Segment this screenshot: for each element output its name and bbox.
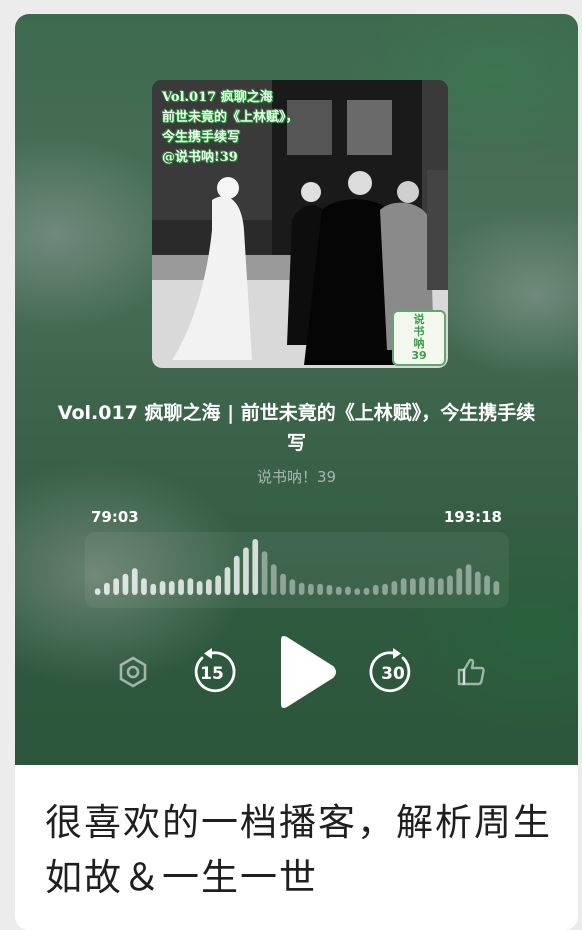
waveform-bar [345,586,351,595]
waveform-bar [224,567,231,595]
total-time: 193:18 [443,508,502,526]
post-card: Vol.017 疯聊之海 前世未竟的《上林赋》， 今生携手续写 @说书呐!39 … [15,14,578,930]
waveform-bar [474,571,481,595]
waveform-bar [122,573,129,595]
waveform-bar [493,581,500,595]
waveform-bar [215,575,221,595]
playback-controls: 15 30 [15,634,578,714]
waveform-bar [298,582,305,595]
waveform-bar [168,581,175,595]
waveform-bar [456,568,463,595]
waveform-bar [233,555,240,595]
cover-overlay-line: 今生携手续写 [162,130,241,145]
waveform-bar [317,583,323,595]
like-button[interactable] [453,654,489,690]
waveform-bar [141,578,147,595]
podcast-logo-badge: 说 书 呐 39 [392,310,446,366]
thumbs-up-icon [457,658,485,686]
waveform-bar [447,575,453,595]
waveform-bar [363,587,370,595]
waveform-bar [243,547,249,595]
waveform-bar [261,551,268,595]
waveform-bar [252,539,259,595]
play-button[interactable] [273,634,339,710]
waveform-bar [382,583,388,595]
settings-button[interactable] [115,654,151,690]
waveform-bar [113,578,119,595]
badge-char: 39 [411,349,427,362]
waveform-bar [354,588,361,595]
waveform-bar [289,579,296,595]
post-body: 很喜欢的一档播客，解析周生如故＆一生一世 [15,765,578,930]
waveform-bar [326,584,333,595]
waveform-bar [484,575,490,595]
forward-30-button[interactable]: 30 [369,648,417,696]
waveform-bar [400,578,407,595]
cover-overlay-text: Vol.017 疯聊之海 前世未竟的《上林赋》， 今生携手续写 @说书呐!39 [162,88,362,168]
waveform-bar [465,564,472,595]
episode-cover[interactable]: Vol.017 疯聊之海 前世未竟的《上林赋》， 今生携手续写 @说书呐!39 … [152,80,448,368]
waveform-scrubber[interactable] [85,532,509,608]
waveform-bar [131,568,138,595]
waveform-bar [196,581,203,595]
cover-overlay-line: @说书呐!39 [162,150,238,165]
waveform-bar [391,581,398,595]
cover-overlay-line: 前世未竟的《上林赋》， [162,110,299,125]
waveform-bar [410,578,416,595]
waveform-bar [94,588,101,595]
rewind-15-button[interactable]: 15 [188,648,236,696]
waveform-bar [428,577,435,595]
post-text: 很喜欢的一档播客，解析周生如故＆一生一世 [45,801,552,899]
waveform-bar [308,583,314,595]
waveform-bar [280,573,286,595]
podcast-player: Vol.017 疯聊之海 前世未竟的《上林赋》， 今生携手续写 @说书呐!39 … [15,14,578,765]
waveform-bar [419,577,425,595]
episode-title[interactable]: Vol.017 疯聊之海 | 前世未竟的《上林赋》，今生携手续写 [55,398,538,458]
waveform-bar [335,586,342,595]
forward-label: 30 [381,663,405,684]
waveform-bar [270,564,277,595]
hexagon-settings-icon [119,656,147,688]
waveform-bars [94,539,500,595]
waveform-bar [187,578,194,595]
waveform-bar [150,583,157,595]
play-icon [281,636,336,708]
waveform-bar [104,582,110,595]
waveform-bar [206,579,212,595]
rewind-label: 15 [200,663,224,684]
waveform-bar [437,578,444,595]
current-time: 79:03 [91,508,139,526]
waveform-bar [178,579,184,595]
cover-overlay-line: Vol.017 疯聊之海 [162,90,273,105]
episode-author[interactable]: 说书呐！39 [55,466,538,487]
waveform-bar [372,584,379,595]
waveform-bar [159,581,166,595]
